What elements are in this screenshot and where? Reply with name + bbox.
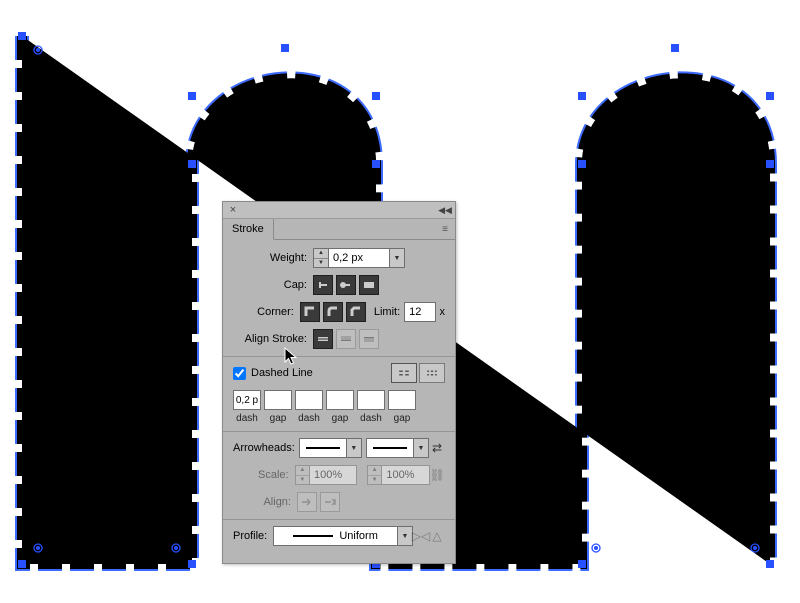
- dash-align-corners-button[interactable]: [419, 363, 445, 383]
- dash-slot: dash: [357, 390, 385, 424]
- weight-row: Weight: ▲▼ 0,2 px ▼: [233, 248, 445, 268]
- dashed-label: Dashed Line: [251, 367, 313, 379]
- align-stroke-row: Align Stroke:: [233, 329, 445, 349]
- dash-field[interactable]: [295, 390, 323, 410]
- profile-select[interactable]: Uniform: [273, 526, 398, 546]
- scale-start-stepper: ▲▼: [295, 465, 310, 485]
- dash-slot: gap: [326, 390, 354, 424]
- dash-slot-label: dash: [360, 413, 382, 424]
- align-inside-button: [336, 329, 356, 349]
- dash-slot-label: gap: [270, 413, 287, 424]
- scale-start-field: 100%: [310, 465, 357, 485]
- flip-along-icon: ▷◁: [413, 528, 429, 544]
- profile-row: Profile: Uniform ▼ ▷◁ △: [233, 526, 445, 546]
- dash-slot-label: dash: [298, 413, 320, 424]
- dash-slot: 0,2 p dash: [233, 390, 261, 424]
- arrow-none-icon: [373, 447, 407, 449]
- dash-slot: gap: [264, 390, 292, 424]
- weight-stepper[interactable]: ▲▼: [313, 248, 329, 268]
- arrowheads-row: Arrowheads: ▼ ▼ ⇄: [233, 438, 445, 458]
- scale-label: Scale:: [233, 469, 295, 481]
- flip-across-icon: △: [429, 528, 445, 544]
- scale-end-stepper: ▲▼: [367, 465, 382, 485]
- stroke-panel: × ◀◀ Stroke ≡ Weight: ▲▼ 0,2 px ▼ Cap: C…: [222, 201, 456, 564]
- dashed-checkbox-wrap[interactable]: Dashed Line: [233, 367, 313, 380]
- swap-arrows-icon[interactable]: ⇄: [429, 440, 445, 456]
- dash-slot: dash: [295, 390, 323, 424]
- dash-preserve-exact-button[interactable]: [391, 363, 417, 383]
- tab-stroke[interactable]: Stroke: [223, 219, 274, 240]
- dashed-checkbox[interactable]: [233, 367, 246, 380]
- scale-end-field: 100%: [382, 465, 429, 485]
- dash-slots: 0,2 pdashgapdashgapdashgap: [233, 390, 445, 424]
- cap-round-button[interactable]: [336, 275, 356, 295]
- tab-label: Stroke: [232, 223, 264, 235]
- collapse-icon[interactable]: ◀◀: [439, 204, 451, 216]
- corner-bevel-button[interactable]: [346, 302, 366, 322]
- chevron-down-icon[interactable]: ▼: [398, 526, 413, 546]
- dash-field[interactable]: 0,2 p: [233, 390, 261, 410]
- dash-slot-label: gap: [332, 413, 349, 424]
- limit-label: Limit:: [366, 306, 404, 318]
- panel-menu-icon[interactable]: ≡: [435, 219, 455, 239]
- align-center-button[interactable]: [313, 329, 333, 349]
- arrow-scale-row: Scale: ▲▼ 100% ▲▼ 100% ⛓: [233, 465, 445, 485]
- corner-miter-button[interactable]: [300, 302, 320, 322]
- align-outside-button: [359, 329, 379, 349]
- cap-butt-button[interactable]: [313, 275, 333, 295]
- weight-field[interactable]: 0,2 px: [329, 248, 390, 268]
- arrow-start-select[interactable]: ▼: [299, 438, 362, 458]
- chevron-down-icon[interactable]: ▼: [414, 438, 429, 458]
- arrow-align-extend-button: [297, 492, 317, 512]
- corner-label: Corner:: [233, 306, 300, 318]
- cap-label: Cap:: [233, 279, 313, 291]
- profile-label: Profile:: [233, 530, 273, 542]
- panel-titlebar[interactable]: × ◀◀: [223, 202, 455, 219]
- panel-tabbar: Stroke ≡: [223, 219, 455, 240]
- weight-dropdown-icon[interactable]: ▼: [390, 248, 405, 268]
- link-scale-icon: ⛓: [430, 467, 445, 483]
- align-stroke-label: Align Stroke:: [233, 333, 313, 345]
- corner-round-button[interactable]: [323, 302, 343, 322]
- arrow-align-tip-button: [320, 492, 340, 512]
- arrow-align-row: Align:: [233, 492, 445, 512]
- arrow-end-select[interactable]: ▼: [366, 438, 429, 458]
- dash-field[interactable]: [357, 390, 385, 410]
- dash-slot: gap: [388, 390, 416, 424]
- chevron-down-icon[interactable]: ▼: [347, 438, 362, 458]
- limit-unit: x: [436, 306, 446, 318]
- weight-label: Weight:: [233, 252, 313, 264]
- corner-row: Corner: Limit: 12 x: [233, 302, 445, 322]
- dashed-row: Dashed Line: [233, 363, 445, 383]
- limit-field[interactable]: 12: [404, 302, 435, 322]
- dash-slot-label: dash: [236, 413, 258, 424]
- dash-field[interactable]: [264, 390, 292, 410]
- arrowheads-label: Arrowheads:: [233, 442, 299, 454]
- cap-row: Cap:: [233, 275, 445, 295]
- profile-uniform-icon: [293, 535, 333, 537]
- cap-projecting-button[interactable]: [359, 275, 379, 295]
- dash-field[interactable]: [388, 390, 416, 410]
- profile-value: Uniform: [339, 530, 378, 542]
- dash-field[interactable]: [326, 390, 354, 410]
- arrow-none-icon: [306, 447, 340, 449]
- dash-slot-label: gap: [394, 413, 411, 424]
- arrow-align-label: Align:: [233, 496, 297, 508]
- close-icon[interactable]: ×: [227, 204, 239, 216]
